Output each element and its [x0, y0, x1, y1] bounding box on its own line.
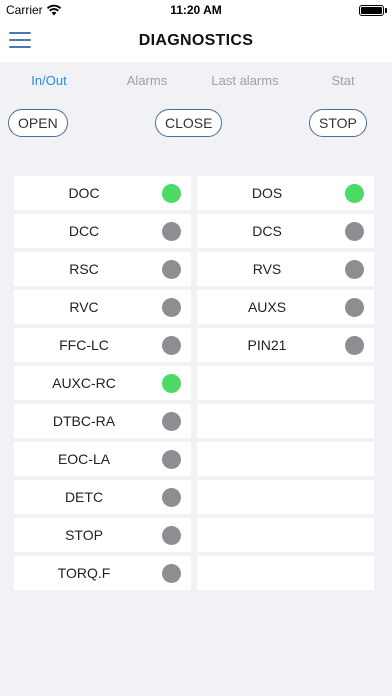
- signal-row: FFC-LC: [14, 328, 191, 362]
- battery-icon: [359, 5, 384, 16]
- status-indicator-icon: [162, 222, 181, 241]
- signal-row: DCC: [14, 214, 191, 248]
- clock: 11:20 AM: [170, 3, 222, 17]
- signal-row: AUXC-RC: [14, 366, 191, 400]
- signal-row: DCS: [197, 214, 374, 248]
- empty-cell: [197, 404, 374, 438]
- signal-row: DOC: [14, 176, 191, 210]
- empty-cell: [197, 366, 374, 400]
- status-indicator-icon: [162, 298, 181, 317]
- signal-label: DCC: [68, 223, 100, 239]
- control-buttons: OPEN CLOSE STOP: [0, 102, 392, 146]
- empty-cell: [197, 442, 374, 476]
- status-indicator-icon: [162, 374, 181, 393]
- signal-label: AUXC-RC: [52, 375, 116, 391]
- status-indicator-icon: [162, 260, 181, 279]
- signal-row: TORQ.F: [14, 556, 191, 590]
- empty-cell: [197, 518, 374, 552]
- signal-row: DOS: [197, 176, 374, 210]
- status-indicator-icon: [162, 488, 181, 507]
- open-button[interactable]: OPEN: [8, 109, 68, 137]
- status-indicator-icon: [162, 526, 181, 545]
- signal-label: DOC: [68, 185, 100, 201]
- signal-row: RVS: [197, 252, 374, 286]
- tab-stat[interactable]: Stat: [294, 62, 392, 102]
- status-indicator-icon: [345, 336, 364, 355]
- empty-cell: [197, 556, 374, 590]
- signal-label: FFC-LC: [59, 337, 109, 353]
- tab-bar: In/Out Alarms Last alarms Stat: [0, 62, 392, 102]
- stop-button[interactable]: STOP: [309, 109, 367, 137]
- signal-row: DETC: [14, 480, 191, 514]
- status-indicator-icon: [162, 564, 181, 583]
- signal-label: TORQ.F: [57, 565, 111, 581]
- status-indicator-icon: [345, 298, 364, 317]
- signal-label: DOS: [251, 185, 283, 201]
- status-indicator-icon: [345, 222, 364, 241]
- nav-bar: DIAGNOSTICS: [0, 20, 392, 62]
- signal-grid: DOC DOS DCC DCS RSC RVS RVC AUXS FFC-LC PIN21 AUXC…: [14, 176, 374, 590]
- status-bar: Carrier 11:20 AM: [0, 0, 392, 20]
- status-indicator-icon: [162, 450, 181, 469]
- signal-label: EOC-LA: [57, 451, 111, 467]
- status-indicator-icon: [162, 184, 181, 203]
- tab-in-out[interactable]: In/Out: [0, 62, 98, 102]
- signal-row: PIN21: [197, 328, 374, 362]
- status-indicator-icon: [345, 184, 364, 203]
- signal-label: STOP: [65, 527, 103, 543]
- signal-row: RVC: [14, 290, 191, 324]
- signal-row: EOC-LA: [14, 442, 191, 476]
- status-indicator-icon: [162, 412, 181, 431]
- signal-row: RSC: [14, 252, 191, 286]
- empty-cell: [197, 480, 374, 514]
- page-title: DIAGNOSTICS: [138, 32, 254, 49]
- battery-tip: [385, 8, 387, 13]
- signal-label: DETC: [64, 489, 104, 505]
- tab-alarms[interactable]: Alarms: [98, 62, 196, 102]
- signal-row: STOP: [14, 518, 191, 552]
- status-indicator-icon: [162, 336, 181, 355]
- signal-label: RVS: [252, 261, 282, 277]
- close-button[interactable]: CLOSE: [155, 109, 223, 137]
- status-indicator-icon: [345, 260, 364, 279]
- signal-label: AUXS: [247, 299, 287, 315]
- signal-label: PIN21: [247, 337, 287, 353]
- tab-last-alarms[interactable]: Last alarms: [196, 62, 294, 102]
- signal-label: DCS: [252, 223, 282, 239]
- signal-row: AUXS: [197, 290, 374, 324]
- signal-label: RSC: [69, 261, 99, 277]
- signal-label: RVC: [69, 299, 99, 315]
- signal-label: DTBC-RA: [52, 413, 116, 429]
- hamburger-menu-icon[interactable]: [9, 32, 31, 50]
- signal-row: DTBC-RA: [14, 404, 191, 438]
